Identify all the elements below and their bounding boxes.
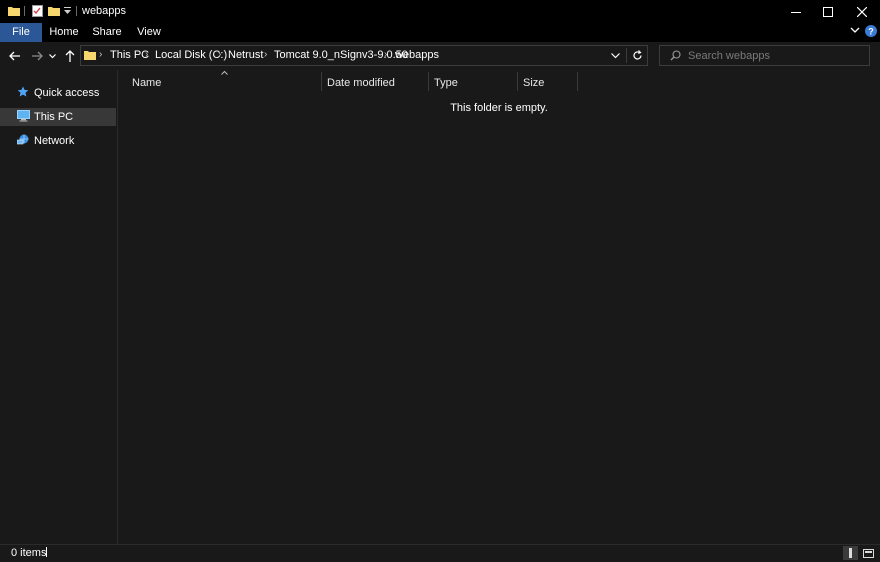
file-list [119,70,880,544]
search-box[interactable] [659,45,870,66]
forward-button[interactable] [28,44,46,68]
column-header-type[interactable]: Type [429,72,517,91]
status-bar [0,544,880,562]
breadcrumb-local-disk[interactable]: Local Disk (C:) [155,49,227,61]
toolbar-divider [24,6,25,16]
breadcrumb-separator[interactable]: › [264,49,267,60]
new-folder-icon[interactable] [48,5,60,17]
column-header-name[interactable]: Name [127,72,321,91]
tab-view[interactable]: View [130,23,168,42]
address-dropdown-icon[interactable] [611,53,620,59]
expand-ribbon-icon[interactable] [850,27,860,34]
folder-icon [84,49,96,61]
properties-icon[interactable] [32,5,43,17]
computer-icon [17,110,30,122]
search-icon [670,50,681,61]
details-view-button[interactable] [843,546,858,560]
close-button[interactable] [845,0,879,23]
tab-share[interactable]: Share [86,23,128,42]
column-header-date-modified[interactable]: Date modified [322,72,428,91]
customize-toolbar-icon[interactable] [64,7,71,15]
recent-locations-button[interactable] [46,44,58,68]
sidebar-item-this-pc[interactable]: This PC [0,108,116,126]
breadcrumb-this-pc[interactable]: This PC [110,49,149,61]
sidebar-item-label: Network [34,135,75,147]
breadcrumb-tomcat[interactable]: Tomcat 9.0_nSignv3-9.0.50 [274,49,408,61]
toolbar-divider [76,6,77,16]
refresh-icon[interactable] [632,50,643,61]
tab-home[interactable]: Home [44,23,84,42]
sidebar-item-quick-access[interactable]: Quick access [0,84,116,102]
sidebar-item-network[interactable]: Network [0,132,116,150]
breadcrumb-separator[interactable]: › [145,49,148,60]
breadcrumb-netrust[interactable]: Netrust [228,49,263,61]
column-divider[interactable] [577,72,578,91]
item-count: 0 items [11,547,47,559]
breadcrumb-webapps[interactable]: webapps [395,49,439,61]
window-title: webapps [82,5,127,17]
title-bar [0,0,880,23]
breadcrumb-separator[interactable]: › [384,49,387,60]
folder-icon [8,5,20,17]
help-icon[interactable]: ? [865,25,877,37]
svg-text:?: ? [868,27,874,37]
up-button[interactable] [61,44,79,68]
maximize-button[interactable] [811,0,845,23]
sidebar-item-label: Quick access [34,87,100,99]
large-icons-view-button[interactable] [861,546,876,560]
back-button[interactable] [6,44,24,68]
network-icon [17,134,30,146]
search-input[interactable] [688,49,863,63]
breadcrumb-separator[interactable]: › [99,49,102,60]
empty-folder-message: This folder is empty. [450,102,548,114]
column-header-size[interactable]: Size [518,72,577,91]
sidebar-item-label: This PC [34,111,74,123]
status-divider [46,547,47,557]
star-icon [17,86,29,98]
address-divider [626,48,627,63]
minimize-button[interactable] [779,0,813,23]
tab-file[interactable]: File [0,23,42,42]
breadcrumb-separator[interactable]: › [218,49,221,60]
